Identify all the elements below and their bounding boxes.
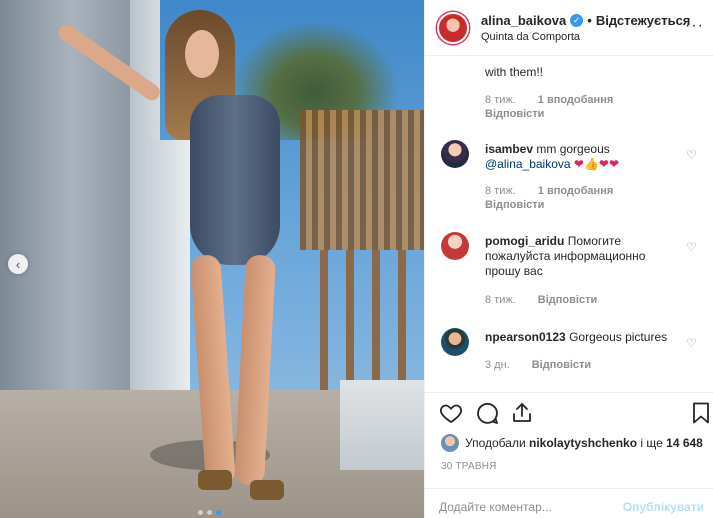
commenter-avatar[interactable] bbox=[441, 140, 469, 168]
post-header: alina_baikova ✓ • Відстежується Quinta d… bbox=[425, 0, 713, 56]
comment-meta: 3 дн. Відповісти bbox=[485, 359, 591, 371]
post-actions bbox=[425, 392, 713, 432]
comments-list: with them!! 8 тиж. 1 вподобання Відповіс… bbox=[425, 56, 713, 392]
photo-face bbox=[185, 30, 219, 78]
comment-username[interactable]: pomogi_aridu bbox=[485, 234, 564, 248]
comment-age[interactable]: 8 тиж. bbox=[485, 185, 516, 197]
more-options-icon[interactable]: ··· bbox=[685, 17, 704, 35]
comment-body: mm gorgeous bbox=[536, 142, 610, 156]
heart-icon[interactable] bbox=[439, 401, 463, 425]
author-username[interactable]: alina_baikova bbox=[481, 13, 566, 28]
comment-username[interactable]: npearson0123 bbox=[485, 330, 566, 344]
comment-age[interactable]: 8 тиж. bbox=[485, 94, 516, 106]
post-sidebar: alina_baikova ✓ • Відстежується Quinta d… bbox=[424, 0, 713, 518]
comment-emojis: ❤👍❤❤ bbox=[573, 157, 620, 171]
comment-heart-icon[interactable]: ♡ bbox=[686, 241, 698, 253]
liker-avatar[interactable] bbox=[441, 434, 459, 452]
header-separator: • bbox=[587, 13, 592, 28]
comment-username[interactable]: isambev bbox=[485, 142, 533, 156]
comment-body-line2: пожалуйста информационно bbox=[485, 249, 646, 263]
comment-icon[interactable] bbox=[475, 401, 499, 425]
likes-prefix: Уподобали bbox=[465, 436, 526, 450]
comment-body-line3: прошу вас bbox=[485, 264, 543, 278]
share-icon[interactable] bbox=[510, 401, 534, 425]
carousel-dot-active bbox=[216, 510, 221, 515]
photo-pergola bbox=[300, 110, 424, 250]
likes-count[interactable]: 14 648 bbox=[666, 436, 703, 450]
carousel-dot bbox=[198, 510, 203, 515]
chevron-left-icon: ‹ bbox=[15, 256, 21, 272]
photo-shoe bbox=[198, 470, 232, 490]
comment-text: with them!! bbox=[485, 65, 544, 79]
comment-age[interactable]: 3 дн. bbox=[485, 359, 510, 371]
comment-heart-icon[interactable]: ♡ bbox=[686, 149, 698, 161]
follow-status-button[interactable]: Відстежується bbox=[596, 13, 691, 28]
photo-shoe bbox=[250, 480, 284, 500]
likes-summary: Уподобали nikolaytyshchenko і ще 14 648 bbox=[425, 432, 713, 456]
bookmark-icon[interactable] bbox=[689, 401, 713, 425]
photo-low-wall bbox=[340, 380, 424, 470]
commenter-avatar[interactable] bbox=[441, 232, 469, 260]
comment-likes[interactable]: 1 вподобання bbox=[538, 94, 613, 106]
comment-body-line1: Помогите bbox=[567, 234, 622, 248]
comment-text: pomogi_aridu Помогите пожалуйста информа… bbox=[485, 234, 685, 279]
likes-middle: і ще bbox=[640, 436, 663, 450]
comment-reply-button[interactable]: Відповісти bbox=[485, 108, 544, 120]
liker-username[interactable]: nikolaytyshchenko bbox=[529, 436, 637, 450]
comment-mention[interactable]: @alina_baikova bbox=[485, 157, 571, 171]
carousel-dots bbox=[198, 510, 221, 515]
comment-reply-button[interactable]: Відповісти bbox=[538, 294, 597, 306]
commenter-avatar[interactable] bbox=[441, 328, 469, 356]
photo-posts bbox=[320, 250, 424, 390]
comment-likes[interactable]: 1 вподобання bbox=[538, 185, 613, 197]
likes-text: Уподобали nikolaytyshchenko і ще 14 648 bbox=[465, 436, 703, 450]
comment-text: npearson0123 Gorgeous pictures bbox=[485, 330, 685, 345]
carousel-dot bbox=[207, 510, 212, 515]
comment-meta: 8 тиж. 1 вподобання bbox=[485, 185, 613, 197]
verified-icon: ✓ bbox=[570, 14, 584, 27]
author-avatar[interactable] bbox=[437, 12, 469, 44]
location-link[interactable]: Quinta da Comporta bbox=[481, 31, 580, 43]
photo-swimsuit bbox=[190, 95, 280, 265]
comment-reply-button[interactable]: Відповісти bbox=[485, 199, 544, 211]
comment-meta: 8 тиж. Відповісти bbox=[485, 294, 597, 306]
comment-heart-icon[interactable]: ♡ bbox=[686, 337, 698, 349]
post-comment-button[interactable]: Опублікувати bbox=[623, 500, 704, 514]
comment-text: isambev mm gorgeous @alina_baikova ❤👍❤❤ bbox=[485, 142, 685, 172]
post-date[interactable]: 30 ТРАВНЯ bbox=[441, 461, 497, 472]
comment-body: Gorgeous pictures bbox=[569, 330, 668, 344]
comment-input[interactable]: Додайте коментар... bbox=[439, 500, 552, 514]
add-comment-bar: Додайте коментар... Опублікувати bbox=[425, 488, 713, 518]
author-line: alina_baikova ✓ • Відстежується bbox=[481, 13, 690, 28]
comment-meta: 8 тиж. 1 вподобання bbox=[485, 94, 613, 106]
comment-reply-button[interactable]: Відповісти bbox=[532, 359, 591, 371]
previous-image-button[interactable]: ‹ bbox=[8, 254, 28, 274]
comment-age[interactable]: 8 тиж. bbox=[485, 294, 516, 306]
post-photo[interactable]: ‹ bbox=[0, 0, 424, 518]
